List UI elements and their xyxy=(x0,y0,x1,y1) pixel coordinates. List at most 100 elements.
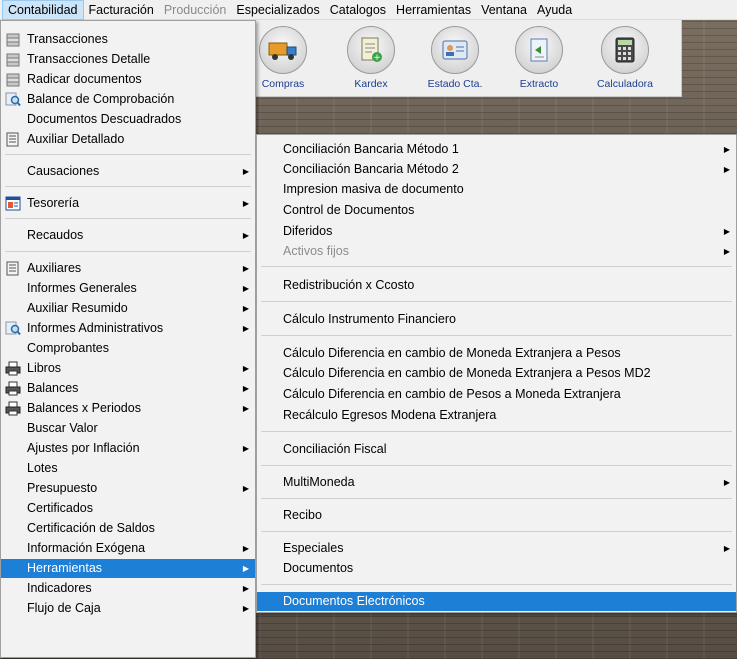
submenu-arrow-icon: ▶ xyxy=(723,227,730,236)
estado-cta-button[interactable]: Estado Cta. xyxy=(415,26,495,90)
menu-item-label: Información Exógena xyxy=(27,541,146,555)
menu-item-causaciones[interactable]: Causaciones ▶ xyxy=(1,162,255,181)
menu-item-informacion-exogena[interactable]: Información Exógena ▶ xyxy=(1,539,255,558)
menu-item-label: Radicar documentos xyxy=(27,72,142,86)
menu-item-documentos-electronicos[interactable]: Documentos Electrónicos xyxy=(257,592,736,611)
submenu-arrow-icon: ▶ xyxy=(723,247,730,256)
menu-item-auxiliar-resumido[interactable]: Auxiliar Resumido ▶ xyxy=(1,299,255,318)
menu-item-certificacion-saldos[interactable]: Certificación de Saldos xyxy=(1,519,255,538)
kardex-button[interactable]: + Kardex xyxy=(331,26,411,90)
menu-item-auxiliar-detallado[interactable]: Auxiliar Detallado xyxy=(1,130,255,149)
printer-icon xyxy=(5,381,21,396)
menu-item-auxiliares[interactable]: Auxiliares ▶ xyxy=(1,259,255,278)
menu-item-calculo-instrumento[interactable]: Cálculo Instrumento Financiero xyxy=(257,310,736,329)
menu-item-label: Cálculo Diferencia en cambio de Pesos a … xyxy=(283,387,621,401)
menu-item-label: Indicadores xyxy=(27,581,92,595)
submenu-arrow-icon: ▶ xyxy=(242,364,249,373)
menu-item-label: Ajustes por Inflación xyxy=(27,441,140,455)
menu-item-diferencia-cambio-1[interactable]: Cálculo Diferencia en cambio de Moneda E… xyxy=(257,344,736,363)
menu-item-balance-comprobacion[interactable]: Balance de Comprobación xyxy=(1,90,255,109)
menu-item-ajustes-inflacion[interactable]: Ajustes por Inflación ▶ xyxy=(1,439,255,458)
magnifier-icon xyxy=(5,92,21,107)
menu-item-label: Recálculo Egresos Modena Extranjera xyxy=(283,408,497,422)
menu-item-label: Lotes xyxy=(27,461,58,475)
menu-ventana[interactable]: Ventana xyxy=(476,0,532,20)
menu-item-multimoneda[interactable]: MultiMoneda ▶ xyxy=(257,473,736,492)
extracto-button[interactable]: Extracto xyxy=(499,26,579,90)
menu-ayuda[interactable]: Ayuda xyxy=(532,0,577,20)
menu-item-balances[interactable]: Balances ▶ xyxy=(1,379,255,398)
menu-separator xyxy=(261,301,732,302)
menu-item-especiales[interactable]: Especiales ▶ xyxy=(257,539,736,558)
menu-item-recibo[interactable]: Recibo xyxy=(257,506,736,525)
menu-item-flujo-caja[interactable]: Flujo de Caja ▶ xyxy=(1,599,255,618)
menu-item-label: MultiMoneda xyxy=(283,475,355,489)
submenu-arrow-icon: ▶ xyxy=(242,199,249,208)
menu-item-impresion-masiva[interactable]: Impresion masiva de documento xyxy=(257,180,736,199)
submenu-arrow-icon: ▶ xyxy=(723,165,730,174)
menu-catalogos[interactable]: Catalogos xyxy=(325,0,391,20)
menu-item-label: Conciliación Fiscal xyxy=(283,442,387,456)
menu-item-balances-x-periodos[interactable]: Balances x Periodos ▶ xyxy=(1,399,255,418)
menu-item-buscar-valor[interactable]: Buscar Valor xyxy=(1,419,255,438)
menu-item-presupuesto[interactable]: Presupuesto ▶ xyxy=(1,479,255,498)
menu-item-label: Cálculo Diferencia en cambio de Moneda E… xyxy=(283,366,651,380)
menu-item-documentos[interactable]: Documentos xyxy=(257,559,736,578)
menu-contabilidad[interactable]: Contabilidad xyxy=(2,0,84,20)
menu-item-label: Recaudos xyxy=(27,228,84,242)
menu-item-label: Auxiliares xyxy=(27,261,82,275)
window-icon xyxy=(5,196,21,211)
extracto-label: Extracto xyxy=(519,78,559,90)
menu-item-conciliacion-metodo-2[interactable]: Conciliación Bancaria Método 2 ▶ xyxy=(257,160,736,179)
menu-item-diferidos[interactable]: Diferidos ▶ xyxy=(257,222,736,241)
menu-item-label: Documentos Electrónicos xyxy=(283,594,425,608)
menu-item-indicadores[interactable]: Indicadores ▶ xyxy=(1,579,255,598)
menu-item-libros[interactable]: Libros ▶ xyxy=(1,359,255,378)
id-card-icon xyxy=(431,26,479,74)
menu-item-label: Conciliación Bancaria Método 1 xyxy=(283,142,459,156)
menu-especializados[interactable]: Especializados xyxy=(231,0,324,20)
menu-facturacion[interactable]: Facturación xyxy=(84,0,159,20)
submenu-arrow-icon: ▶ xyxy=(723,145,730,154)
menu-item-activos-fijos[interactable]: Activos fijos ▶ xyxy=(257,242,736,261)
herramientas-submenu: Conciliación Bancaria Método 1 ▶ Concili… xyxy=(256,134,737,613)
submenu-arrow-icon: ▶ xyxy=(242,444,249,453)
menu-item-transacciones-detalle[interactable]: Transacciones Detalle xyxy=(1,50,255,69)
menu-item-radicar-documentos[interactable]: Radicar documentos xyxy=(1,70,255,89)
menu-item-recalculo-egresos[interactable]: Recálculo Egresos Modena Extranjera xyxy=(257,406,736,425)
menu-item-label: Balances x Periodos xyxy=(27,401,141,415)
menu-item-recaudos[interactable]: Recaudos ▶ xyxy=(1,226,255,245)
menu-item-transacciones[interactable]: Transacciones xyxy=(1,30,255,49)
menu-item-control-documentos[interactable]: Control de Documentos xyxy=(257,201,736,220)
menu-item-informes-generales[interactable]: Informes Generales ▶ xyxy=(1,279,255,298)
menu-item-comprobantes[interactable]: Comprobantes xyxy=(1,339,255,358)
menu-item-label: Auxiliar Detallado xyxy=(27,132,125,146)
ledger-icon xyxy=(5,132,21,147)
menu-item-diferencia-cambio-md2[interactable]: Cálculo Diferencia en cambio de Moneda E… xyxy=(257,364,736,383)
menu-item-documentos-descuadrados[interactable]: Documentos Descuadrados xyxy=(1,110,255,129)
menu-produccion[interactable]: Producción xyxy=(159,0,232,20)
menu-item-certificados[interactable]: Certificados xyxy=(1,499,255,518)
menu-item-redistribucion-ccosto[interactable]: Redistribución x Ccosto xyxy=(257,276,736,295)
menu-item-tesoreria[interactable]: Tesorería ▶ xyxy=(1,194,255,213)
menu-item-herramientas[interactable]: Herramientas ▶ xyxy=(1,559,255,578)
truck-icon xyxy=(259,26,307,74)
menu-item-diferencia-pesos-moneda[interactable]: Cálculo Diferencia en cambio de Pesos a … xyxy=(257,385,736,404)
menu-item-label: Presupuesto xyxy=(27,481,98,495)
submenu-arrow-icon: ▶ xyxy=(242,264,249,273)
submenu-arrow-icon: ▶ xyxy=(242,324,249,333)
menu-item-label: Balance de Comprobación xyxy=(27,92,175,106)
svg-text:+: + xyxy=(373,53,381,63)
menu-bar: Contabilidad Facturación Producción Espe… xyxy=(0,0,737,20)
menu-herramientas[interactable]: Herramientas xyxy=(391,0,476,20)
menu-separator xyxy=(261,498,732,499)
kardex-icon: + xyxy=(347,26,395,74)
menu-item-informes-administrativos[interactable]: Informes Administrativos ▶ xyxy=(1,319,255,338)
calculadora-button[interactable]: Calculadora xyxy=(585,26,665,90)
submenu-arrow-icon: ▶ xyxy=(242,604,249,613)
menu-item-conciliacion-fiscal[interactable]: Conciliación Fiscal xyxy=(257,440,736,459)
menu-item-label: Herramientas xyxy=(27,561,103,575)
menu-item-conciliacion-metodo-1[interactable]: Conciliación Bancaria Método 1 ▶ xyxy=(257,140,736,159)
menu-item-lotes[interactable]: Lotes xyxy=(1,459,255,478)
stack-icon xyxy=(5,52,21,67)
